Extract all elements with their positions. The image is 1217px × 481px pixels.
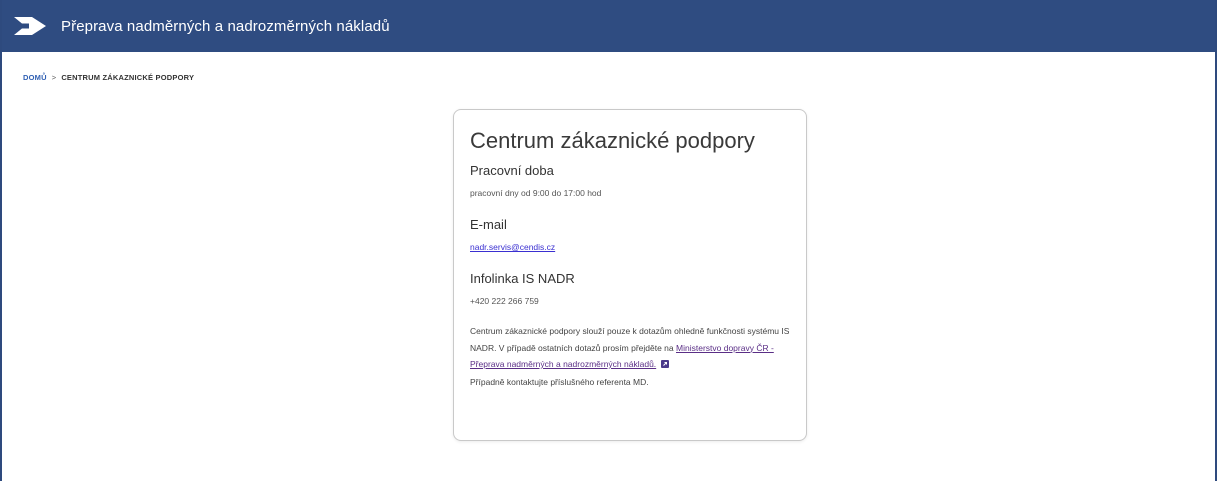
email-link[interactable]: nadr.servis@cendis.cz <box>470 242 555 252</box>
infoline-heading: Infolinka IS NADR <box>470 271 575 286</box>
email-heading: E-mail <box>470 217 507 232</box>
external-link-icon[interactable] <box>661 357 670 374</box>
infoline-value: +420 222 266 759 <box>470 296 539 306</box>
breadcrumb: DOMŮ > CENTRUM ZÁKAZNICKÉ PODPORY <box>23 73 194 82</box>
support-card: Centrum zákaznické podpory Pracovní doba… <box>453 109 807 441</box>
contact-note: Případně kontaktujte příslušného referen… <box>470 376 649 387</box>
support-note: Centrum zákaznické podpory slouží pouze … <box>470 323 790 374</box>
page-title: Centrum zákaznické podpory <box>470 128 755 153</box>
working-hours-heading: Pracovní doba <box>470 163 554 178</box>
page-frame: Přeprava nadměrných a nadrozměrných nákl… <box>0 0 1217 481</box>
working-hours-value: pracovní dny od 9:00 do 17:00 hod <box>470 188 602 198</box>
app-title: Přeprava nadměrných a nadrozměrných nákl… <box>61 17 390 35</box>
breadcrumb-home-link[interactable]: DOMŮ <box>23 73 47 82</box>
top-bar: Přeprava nadměrných a nadrozměrných nákl… <box>2 0 1215 52</box>
breadcrumb-current: CENTRUM ZÁKAZNICKÉ PODPORY <box>61 73 195 82</box>
breadcrumb-separator: > <box>51 73 57 82</box>
email-value: nadr.servis@cendis.cz <box>470 241 790 253</box>
arrow-logo-icon[interactable] <box>13 14 47 38</box>
